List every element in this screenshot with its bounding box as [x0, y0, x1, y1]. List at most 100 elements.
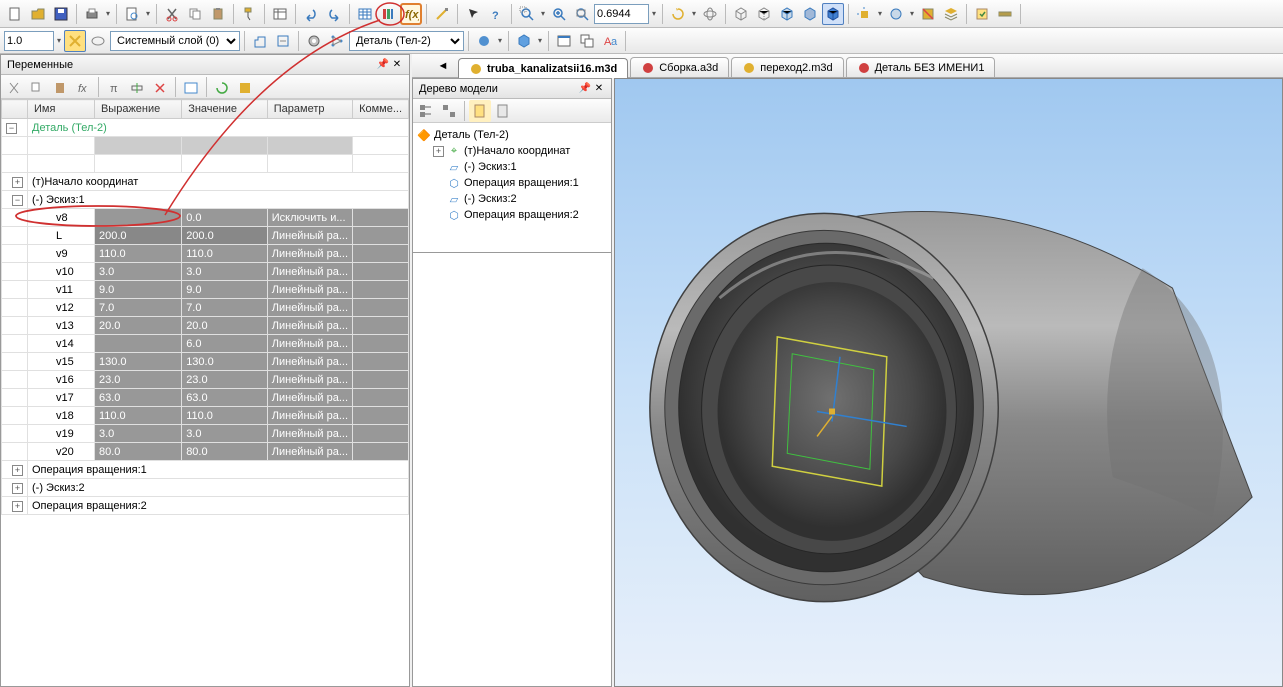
zoom-dd[interactable]: ▾ — [539, 3, 547, 25]
variable-row[interactable]: v146.0Линейный ра... — [2, 335, 409, 353]
document-tab[interactable]: truba_kanalizatsii16.m3d — [458, 58, 628, 78]
tab-prev-icon[interactable]: ◄ — [432, 55, 454, 77]
orient-icon[interactable] — [853, 3, 875, 25]
var-fx-icon[interactable]: fx — [72, 77, 94, 99]
variable-row[interactable]: v1623.023.0Линейный ра... — [2, 371, 409, 389]
select-icon[interactable] — [462, 3, 484, 25]
text-style-icon[interactable]: Aа — [599, 30, 621, 52]
measure-icon[interactable] — [994, 3, 1016, 25]
color-btn[interactable] — [64, 30, 86, 52]
layer-combo[interactable]: Системный слой (0) — [110, 31, 240, 51]
var-insert-icon[interactable] — [126, 77, 148, 99]
part-combo[interactable]: Деталь (Тел-2) — [349, 31, 464, 51]
open-icon[interactable] — [27, 3, 49, 25]
variable-row[interactable]: v1320.020.0Линейный ра... — [2, 317, 409, 335]
variable-row[interactable]: v2080.080.0Линейный ра... — [2, 443, 409, 461]
var-paste-icon[interactable] — [49, 77, 71, 99]
line-weight-combo[interactable] — [4, 31, 54, 51]
mt-btn2-icon[interactable] — [438, 100, 460, 122]
variable-row[interactable]: v127.07.0Линейный ра... — [2, 299, 409, 317]
new-icon[interactable] — [4, 3, 26, 25]
document-tab[interactable]: Деталь БЕЗ ИМЕНИ1 — [846, 57, 996, 77]
layers-icon[interactable] — [940, 3, 962, 25]
variable-row[interactable]: v9110.0110.0Линейный ра... — [2, 245, 409, 263]
variable-row[interactable]: v18110.0110.0Линейный ра... — [2, 407, 409, 425]
shaded-active-icon[interactable] — [822, 3, 844, 25]
viewport-3d[interactable] — [614, 78, 1283, 687]
close-icon[interactable]: ✕ — [593, 83, 605, 95]
variable-row[interactable]: v80.0Исключить и... — [2, 209, 409, 227]
tree-icon[interactable] — [326, 30, 348, 52]
library-icon[interactable] — [377, 3, 399, 25]
tree-node[interactable]: + ⌖ (т)Начало координат — [417, 143, 607, 159]
model-tree-body[interactable]: 🔶 Деталь (Тел-2) + ⌖ (т)Начало координат… — [413, 123, 611, 252]
var-refresh-icon[interactable] — [211, 77, 233, 99]
wireframe-icon[interactable] — [730, 3, 752, 25]
mt-btn4-icon[interactable] — [492, 100, 514, 122]
pin-icon[interactable]: 📌 — [377, 59, 389, 71]
tree-node[interactable]: ▱ (-) Эскиз:1 — [417, 159, 607, 175]
sketch-icon[interactable] — [431, 3, 453, 25]
close-icon[interactable]: ✕ — [391, 59, 403, 71]
zoom-in-icon[interactable] — [548, 3, 570, 25]
material-icon[interactable] — [473, 30, 495, 52]
var-delete-icon[interactable] — [149, 77, 171, 99]
expand-icon[interactable]: + — [433, 146, 444, 157]
tree-node[interactable]: ▱ (-) Эскиз:2 — [417, 191, 607, 207]
mt-btn3-icon[interactable] — [469, 100, 491, 122]
var-pi-icon[interactable]: π — [103, 77, 125, 99]
document-tab[interactable]: Сборка.a3d — [630, 57, 729, 77]
zoom-window-icon[interactable] — [516, 3, 538, 25]
cascade-icon[interactable] — [576, 30, 598, 52]
zoom-input[interactable] — [594, 4, 649, 24]
properties-icon[interactable] — [269, 3, 291, 25]
cut-icon[interactable] — [161, 3, 183, 25]
help-icon[interactable]: ? — [485, 3, 507, 25]
paste-icon[interactable] — [207, 3, 229, 25]
mt-btn1-icon[interactable] — [415, 100, 437, 122]
var-copy-icon[interactable] — [26, 77, 48, 99]
shaded-wire-icon[interactable] — [776, 3, 798, 25]
config-icon[interactable] — [303, 30, 325, 52]
tree-root[interactable]: 🔶 Деталь (Тел-2) — [417, 127, 607, 143]
sketch2-icon[interactable] — [249, 30, 271, 52]
preview-dropdown[interactable]: ▾ — [144, 3, 152, 25]
variable-row[interactable]: v15130.0130.0Линейный ра... — [2, 353, 409, 371]
format-paint-icon[interactable] — [238, 3, 260, 25]
body-icon[interactable] — [513, 30, 535, 52]
variable-row[interactable]: v193.03.0Линейный ра... — [2, 425, 409, 443]
var-table-icon[interactable] — [180, 77, 202, 99]
redo-icon[interactable] — [323, 3, 345, 25]
variable-row[interactable]: L200.0200.0Линейный ра... — [2, 227, 409, 245]
tree-node[interactable]: ⬡ Операция вращения:1 — [417, 175, 607, 191]
preview-icon[interactable] — [121, 3, 143, 25]
orbit-icon[interactable] — [699, 3, 721, 25]
undo-icon[interactable] — [300, 3, 322, 25]
print-dropdown[interactable]: ▾ — [104, 3, 112, 25]
copy-icon[interactable] — [184, 3, 206, 25]
dim-icon[interactable] — [272, 30, 294, 52]
pin-icon[interactable]: 📌 — [579, 83, 591, 95]
document-tab[interactable]: переход2.m3d — [731, 57, 843, 77]
variable-row[interactable]: v103.03.0Линейный ра... — [2, 263, 409, 281]
fx-variables-icon[interactable]: f(x) — [400, 3, 422, 25]
var-opts-icon[interactable] — [234, 77, 256, 99]
style-icon[interactable] — [87, 30, 109, 52]
variable-row[interactable]: v1763.063.0Линейный ра... — [2, 389, 409, 407]
zoom-fit-icon[interactable] — [571, 3, 593, 25]
rebuild-icon[interactable] — [971, 3, 993, 25]
view-icon[interactable] — [885, 3, 907, 25]
spreadsheet-icon[interactable] — [354, 3, 376, 25]
tree-node[interactable]: ⬡ Операция вращения:2 — [417, 207, 607, 223]
shaded-icon[interactable] — [799, 3, 821, 25]
window-icon[interactable] — [553, 30, 575, 52]
var-cut-icon[interactable] — [3, 77, 25, 99]
save-icon[interactable] — [50, 3, 72, 25]
section-icon[interactable] — [917, 3, 939, 25]
hidden-edge-icon[interactable] — [753, 3, 775, 25]
rotate-icon[interactable] — [667, 3, 689, 25]
print-icon[interactable] — [81, 3, 103, 25]
zoom-combo-dd[interactable]: ▾ — [650, 3, 658, 25]
variable-row[interactable]: v119.09.0Линейный ра... — [2, 281, 409, 299]
variables-grid[interactable]: Имя Выражение Значение Параметр Комме...… — [1, 99, 409, 686]
